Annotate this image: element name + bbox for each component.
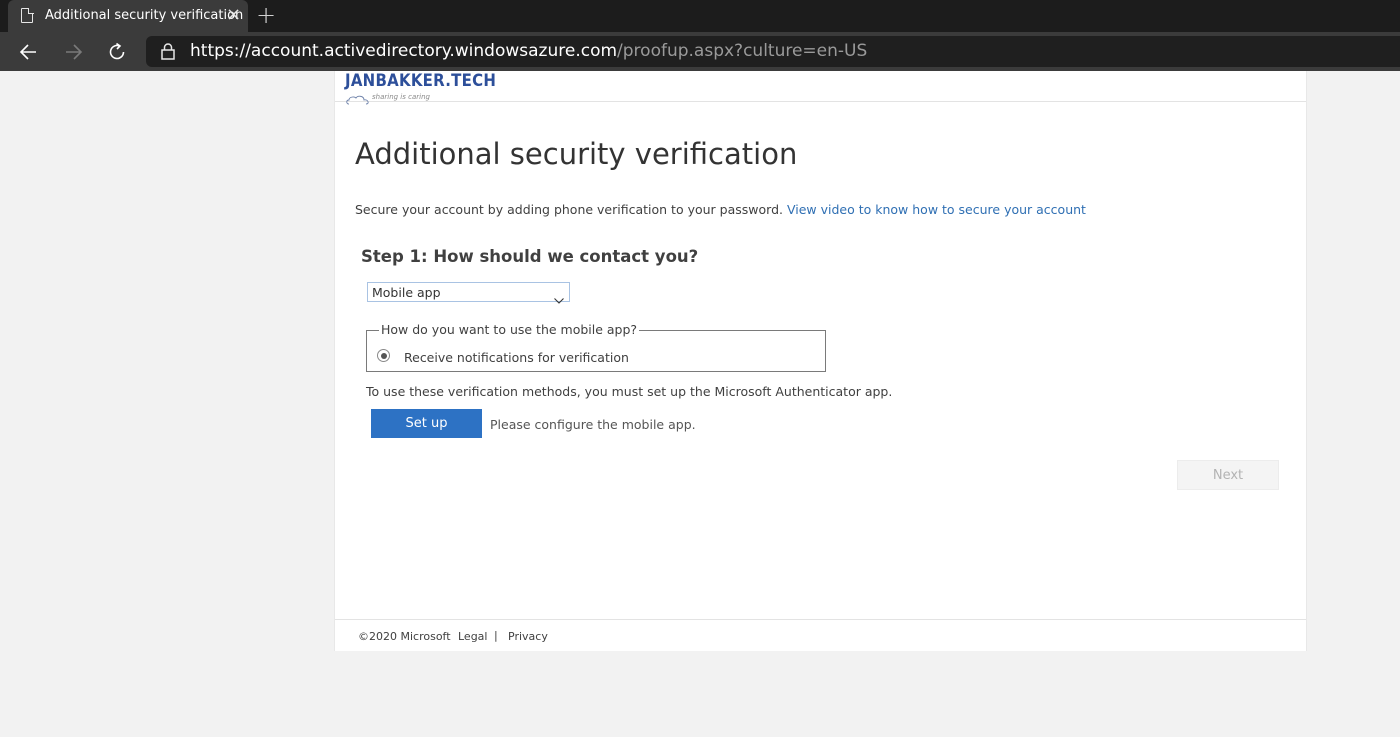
- close-tab-icon[interactable]: ×: [226, 4, 241, 26]
- copyright-text: ©2020 Microsoft: [358, 630, 451, 643]
- step-title: Step 1: How should we contact you?: [361, 247, 699, 266]
- contact-method-value: Mobile app: [372, 285, 441, 300]
- url-host: https://account.activedirectory.windowsa…: [190, 41, 618, 61]
- view-video-link[interactable]: View video to know how to secure your ac…: [787, 202, 1086, 217]
- tab-title: Additional security verification: [45, 8, 244, 23]
- logo-text: JANBAKKER.TECH: [345, 71, 497, 91]
- url-text: https://account.activedirectory.windowsa…: [190, 41, 867, 61]
- browser-toolbar: https://account.activedirectory.windowsa…: [0, 32, 1400, 71]
- forward-arrow-icon[interactable]: [60, 39, 86, 65]
- new-tab-icon[interactable]: +: [256, 2, 276, 28]
- legal-link[interactable]: Legal: [458, 630, 487, 643]
- setup-status-message: Please configure the mobile app.: [490, 417, 696, 432]
- browser-tab-active[interactable]: Additional security verification ×: [8, 0, 248, 32]
- browser-tab-bar: Additional security verification × +: [0, 0, 1400, 32]
- refresh-icon[interactable]: [104, 39, 130, 65]
- lock-icon: [160, 43, 176, 60]
- mobile-app-options: How do you want to use the mobile app? R…: [366, 322, 826, 372]
- page-footer: ©2020 Microsoft Legal | Privacy: [335, 619, 1306, 651]
- page-icon: [21, 7, 34, 23]
- authenticator-note: To use these verification methods, you m…: [366, 384, 893, 399]
- footer-separator: |: [494, 629, 498, 642]
- fieldset-legend: How do you want to use the mobile app?: [379, 322, 640, 337]
- receive-notifications-label[interactable]: Receive notifications for verification: [404, 350, 629, 365]
- company-logo: JANBAKKER.TECH sharing is caring: [345, 71, 496, 105]
- back-arrow-icon[interactable]: [16, 39, 42, 65]
- page-header: JANBAKKER.TECH sharing is caring: [335, 71, 1306, 105]
- address-bar[interactable]: https://account.activedirectory.windowsa…: [146, 36, 1400, 67]
- intro-text: Secure your account by adding phone veri…: [355, 202, 1086, 217]
- privacy-link[interactable]: Privacy: [508, 630, 548, 643]
- chevron-down-icon: [554, 289, 564, 308]
- page-title: Additional security verification: [355, 137, 798, 171]
- contact-method-select[interactable]: Mobile app: [367, 282, 570, 304]
- url-path: /proofup.aspx?culture=en-US: [617, 41, 868, 61]
- intro-description: Secure your account by adding phone veri…: [355, 202, 783, 217]
- next-button[interactable]: Next: [1177, 460, 1279, 490]
- set-up-button[interactable]: Set up: [371, 409, 482, 438]
- page-card: JANBAKKER.TECH sharing is caring Additio…: [334, 71, 1307, 651]
- cloud-icon: [346, 90, 372, 109]
- receive-notifications-radio[interactable]: [377, 349, 390, 362]
- logo-tagline: sharing is caring: [372, 93, 430, 101]
